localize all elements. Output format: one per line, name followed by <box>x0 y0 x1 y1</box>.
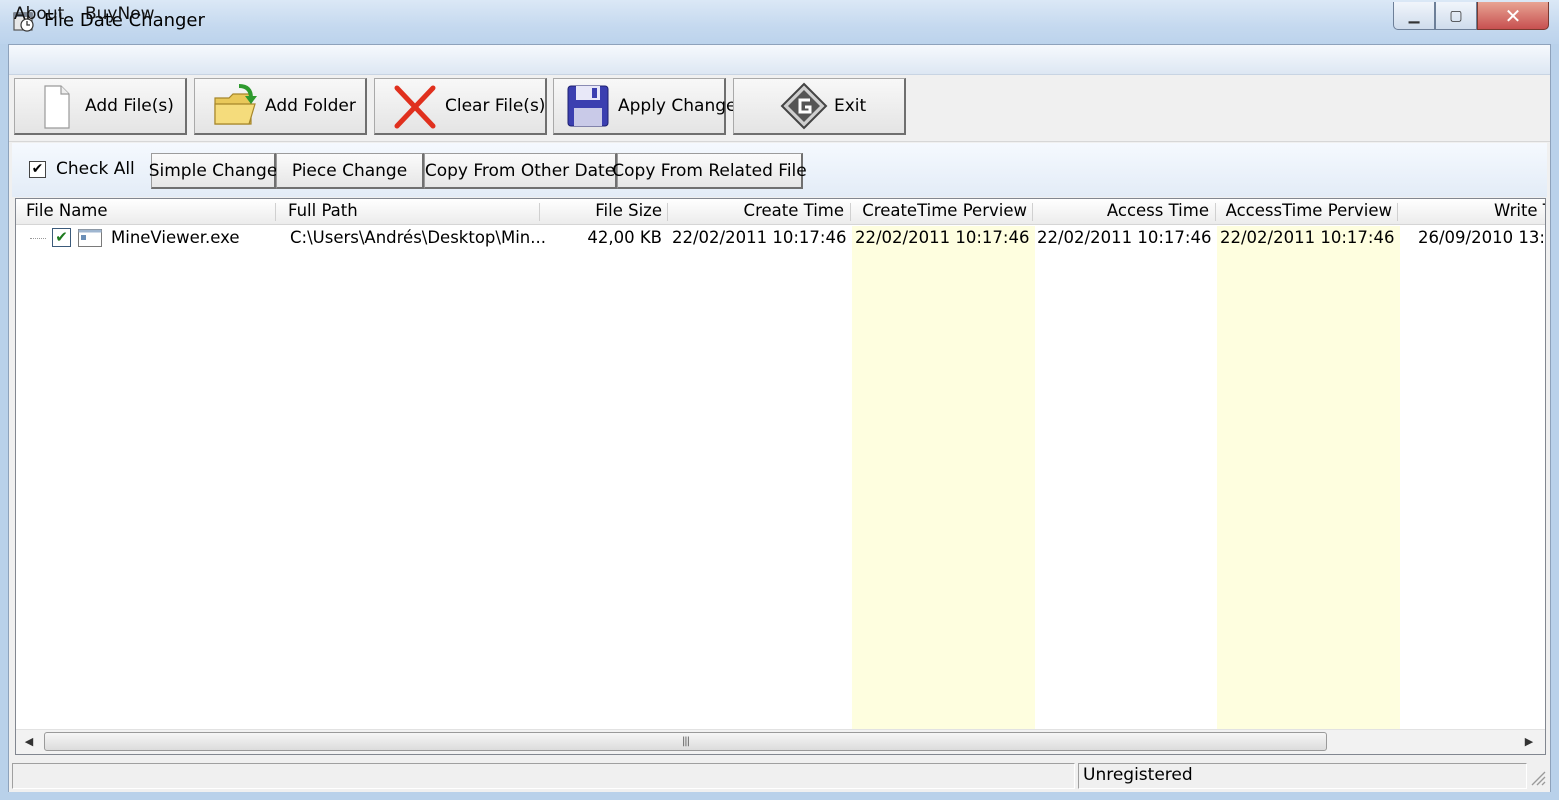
exit-button[interactable]: Exit <box>733 78 906 135</box>
row-checkbox[interactable]: ✔ <box>52 228 71 247</box>
column-divider[interactable] <box>1397 203 1398 221</box>
add-files-label: Add File(s) <box>85 96 174 116</box>
cell-access-time-preview[interactable]: 22/02/2011 10:17:46 <box>1220 228 1394 247</box>
cell-create-time-preview[interactable]: 22/02/2011 10:17:46 <box>855 228 1029 247</box>
title-bar <box>0 0 1559 44</box>
column-header-create-time-preview[interactable]: CreateTime Perview <box>855 201 1027 220</box>
resize-grip-icon[interactable] <box>1528 768 1546 786</box>
grip-icon: ||| <box>681 736 690 747</box>
folder-add-icon <box>211 82 259 130</box>
checkmark-icon: ✔ <box>31 161 44 177</box>
add-folder-label: Add Folder <box>265 96 356 116</box>
cell-file-name[interactable]: MineViewer.exe <box>111 228 240 247</box>
exit-label: Exit <box>834 96 867 116</box>
minimize-button[interactable]: ▁ <box>1393 2 1435 30</box>
simple-change-button[interactable]: Simple Change <box>149 153 277 189</box>
menu-about[interactable]: About <box>14 4 64 24</box>
column-divider[interactable] <box>850 203 851 221</box>
arrow-left-icon: ◀ <box>24 735 34 748</box>
apply-change-button[interactable]: Apply Change <box>553 78 737 135</box>
column-divider[interactable] <box>539 203 540 221</box>
close-icon: ✕ <box>1504 3 1522 28</box>
clear-files-label: Clear File(s) <box>445 96 546 116</box>
exit-icon <box>780 82 828 130</box>
column-header-file-size[interactable]: File Size <box>544 201 662 220</box>
column-divider[interactable] <box>1032 203 1033 221</box>
column-header-file-name[interactable]: File Name <box>26 201 108 220</box>
column-header-create-time[interactable]: Create Time <box>672 201 844 220</box>
minimize-icon: ▁ <box>1408 7 1420 24</box>
cell-create-time: 22/02/2011 10:17:46 <box>672 228 847 247</box>
scroll-left-button[interactable]: ◀ <box>18 731 40 752</box>
floppy-disk-icon <box>564 82 612 130</box>
apply-change-label: Apply Change <box>618 96 737 116</box>
add-files-button[interactable]: Add File(s) <box>14 78 187 135</box>
scroll-right-button[interactable]: ▶ <box>1518 731 1540 752</box>
checkmark-icon: ✔ <box>55 228 68 246</box>
cell-full-path: C:\Users\Andrés\Desktop\Min... <box>290 228 546 247</box>
cell-access-time: 22/02/2011 10:17:46 <box>1037 228 1212 247</box>
red-x-icon <box>391 82 439 130</box>
arrow-right-icon: ▶ <box>1524 735 1534 748</box>
menu-bar <box>9 45 1550 75</box>
close-button[interactable]: ✕ <box>1477 2 1549 30</box>
add-folder-button[interactable]: Add Folder <box>194 78 367 135</box>
copy-from-other-date-button[interactable]: Copy From Other Date <box>424 153 617 189</box>
piece-change-button[interactable]: Piece Change <box>276 153 424 189</box>
column-divider[interactable] <box>275 203 276 221</box>
access-time-preview-column-bg <box>1217 226 1400 729</box>
scrollbar-thumb[interactable]: ||| <box>44 732 1327 751</box>
column-divider[interactable] <box>667 203 668 221</box>
tree-line <box>30 238 46 239</box>
column-divider[interactable] <box>1215 203 1216 221</box>
column-header-full-path[interactable]: Full Path <box>288 201 358 220</box>
executable-file-icon <box>78 229 102 247</box>
status-panel-main <box>12 763 1075 789</box>
menu-buynow[interactable]: BuyNow <box>85 4 155 24</box>
maximize-button[interactable]: ▢ <box>1435 2 1477 30</box>
column-header-write-time[interactable]: Write T <box>1402 201 1545 220</box>
cell-file-size: 42,00 KB <box>587 228 662 247</box>
document-icon <box>31 82 79 130</box>
registration-status: Unregistered <box>1083 765 1193 785</box>
check-all-label[interactable]: Check All <box>56 159 135 179</box>
check-all-checkbox[interactable]: ✔ <box>29 161 46 178</box>
clear-files-button[interactable]: Clear File(s) <box>374 78 547 135</box>
copy-from-related-file-button[interactable]: Copy From Related File <box>612 153 807 189</box>
column-header-access-time[interactable]: Access Time <box>1037 201 1209 220</box>
maximize-icon: ▢ <box>1449 7 1463 24</box>
column-header-access-time-preview[interactable]: AccessTime Perview <box>1220 201 1392 220</box>
cell-write-time: 26/09/2010 13:3 <box>1418 228 1544 247</box>
create-time-preview-column-bg <box>852 226 1035 729</box>
